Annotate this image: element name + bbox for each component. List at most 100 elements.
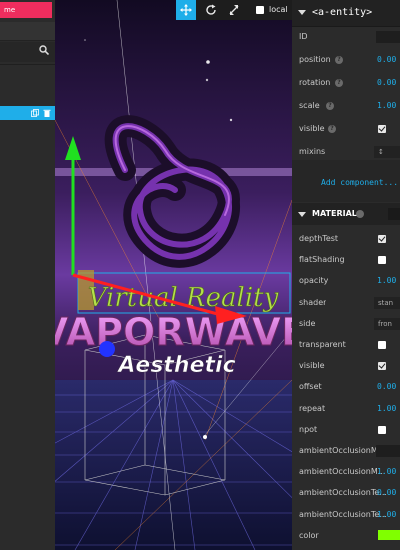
property-label: position bbox=[299, 55, 331, 64]
divider bbox=[0, 64, 55, 65]
property-label: depthTest bbox=[299, 234, 339, 243]
property-row-ambientocclusionte: ambientOcclusionTe... 1.00 bbox=[292, 504, 400, 526]
number-input[interactable]: 1.00 bbox=[377, 270, 396, 292]
property-label: ambientOcclusionTe... bbox=[299, 488, 387, 498]
property-label: rotation bbox=[299, 78, 331, 87]
number-input[interactable]: 1.00 bbox=[377, 461, 396, 483]
component-menu-button[interactable] bbox=[388, 208, 400, 220]
property-row-scale: scale? 1.00 bbox=[292, 95, 400, 117]
scene-graph-panel: me bbox=[0, 0, 55, 550]
property-label: visible bbox=[299, 361, 325, 371]
rotate-button[interactable] bbox=[201, 0, 221, 20]
property-row-ambientocclusionm: ambientOcclusionM... 1.00 bbox=[292, 461, 400, 483]
property-label: scale bbox=[299, 101, 320, 110]
property-row-depthtest: depthTest bbox=[292, 228, 400, 250]
entity-header: <a-entity> bbox=[292, 0, 400, 27]
help-icon[interactable]: ? bbox=[328, 125, 336, 133]
property-row-opacity: opacity 1.00 bbox=[292, 270, 400, 292]
scene-title-button[interactable]: me bbox=[0, 2, 52, 18]
property-label: repeat bbox=[299, 403, 326, 413]
gizmo-z-handle[interactable] bbox=[99, 341, 115, 357]
move-icon bbox=[180, 4, 192, 16]
checkbox[interactable] bbox=[378, 425, 386, 434]
collapse-caret-icon[interactable] bbox=[298, 10, 306, 15]
copy-icon[interactable] bbox=[31, 109, 39, 117]
inspector-panel: <a-entity> ID position? 0.00 rotation? 0.00 s… bbox=[292, 0, 400, 550]
property-label: transparent bbox=[299, 340, 346, 349]
checkbox[interactable] bbox=[378, 235, 386, 243]
text-input[interactable] bbox=[376, 445, 400, 457]
help-icon[interactable] bbox=[356, 210, 364, 218]
entity-title: <a-entity> bbox=[312, 7, 373, 18]
checkbox[interactable] bbox=[378, 256, 386, 265]
property-row-visible: visible bbox=[292, 355, 400, 377]
help-icon[interactable]: ? bbox=[335, 79, 343, 87]
material-header[interactable]: MATERIAL bbox=[292, 203, 400, 225]
rotate-icon bbox=[206, 4, 216, 15]
property-row-color: color bbox=[292, 525, 400, 547]
local-toggle[interactable]: local bbox=[256, 4, 292, 16]
property-label: visible bbox=[299, 124, 325, 133]
property-row-shader: shader stan bbox=[292, 292, 400, 314]
help-icon[interactable]: ? bbox=[326, 102, 334, 110]
number-input[interactable]: 1.00 bbox=[377, 504, 396, 526]
property-row-ambientocclusionte: ambientOcclusionTe... 0.00 bbox=[292, 482, 400, 504]
select-input[interactable]: stan bbox=[374, 296, 400, 309]
property-label: flatShading bbox=[299, 255, 345, 265]
property-row-flatshading: flatShading bbox=[292, 249, 400, 271]
scene-viewport[interactable]: VAPORWAVE Virtual Reality Aesthetic bbox=[55, 0, 292, 550]
property-label: ambientOcclusionM... bbox=[299, 467, 386, 477]
property-label: ID bbox=[299, 32, 308, 41]
checkbox[interactable] bbox=[378, 362, 386, 371]
property-row-ambientocclusionm: ambientOcclusionM... bbox=[292, 440, 400, 462]
number-input[interactable]: 0.00 bbox=[377, 49, 396, 71]
property-label: color bbox=[299, 530, 319, 540]
local-checkbox[interactable] bbox=[256, 6, 264, 14]
add-component-area: Add component... bbox=[292, 160, 400, 202]
number-input[interactable]: 0.00 bbox=[377, 482, 396, 504]
scene-search-input[interactable] bbox=[0, 42, 55, 62]
number-input[interactable]: 1.00 bbox=[377, 95, 396, 117]
help-icon[interactable]: ? bbox=[335, 56, 343, 64]
material-title: MATERIAL bbox=[312, 209, 357, 218]
translate-button[interactable] bbox=[176, 0, 196, 20]
property-label: ambientOcclusionTe... bbox=[299, 509, 387, 519]
property-row-rotation: rotation? 0.00 bbox=[292, 72, 400, 94]
add-component-button[interactable]: Add component... bbox=[321, 178, 398, 187]
scene-panel-header bbox=[0, 22, 55, 41]
local-label: local bbox=[269, 5, 288, 14]
property-row-position: position? 0.00 bbox=[292, 49, 400, 71]
text-input[interactable] bbox=[376, 31, 400, 43]
select-input[interactable]: ↕ bbox=[374, 146, 400, 158]
search-icon[interactable] bbox=[39, 45, 49, 55]
collapse-caret-icon[interactable] bbox=[298, 212, 306, 217]
checkbox[interactable] bbox=[378, 341, 386, 349]
property-row-side: side fron bbox=[292, 313, 400, 335]
select-input[interactable]: fron bbox=[374, 317, 400, 330]
color-swatch[interactable] bbox=[378, 529, 400, 540]
property-row-npot: npot bbox=[292, 419, 400, 441]
transform-toolbar: local bbox=[176, 0, 292, 20]
property-row-id: ID bbox=[292, 26, 400, 48]
scene-render[interactable]: VAPORWAVE Virtual Reality Aesthetic bbox=[55, 0, 292, 550]
property-label: opacity bbox=[299, 276, 329, 286]
property-label: shader bbox=[299, 297, 327, 307]
property-row-visible: visible? bbox=[292, 118, 400, 140]
property-label: offset bbox=[299, 382, 322, 392]
property-label: npot bbox=[299, 424, 318, 434]
property-row-offset: offset 0.00 bbox=[292, 376, 400, 398]
number-input[interactable]: 1.00 bbox=[377, 398, 396, 420]
trash-icon[interactable] bbox=[43, 109, 51, 117]
number-input[interactable]: 0.00 bbox=[377, 376, 396, 398]
property-row-repeat: repeat 1.00 bbox=[292, 398, 400, 420]
property-row-transparent: transparent bbox=[292, 334, 400, 356]
scene-text-vaporwave: VAPORWAVE bbox=[55, 310, 292, 354]
scene-entity-row-selected[interactable] bbox=[0, 106, 55, 120]
property-label: ambientOcclusionM... bbox=[299, 446, 386, 455]
number-input[interactable]: 0.00 bbox=[377, 72, 396, 94]
scene-text-aesthetic: Aesthetic bbox=[116, 353, 235, 378]
scale-button[interactable] bbox=[224, 0, 244, 20]
checkbox[interactable] bbox=[378, 125, 386, 133]
property-label: side bbox=[299, 318, 316, 328]
expand-icon bbox=[229, 5, 239, 15]
